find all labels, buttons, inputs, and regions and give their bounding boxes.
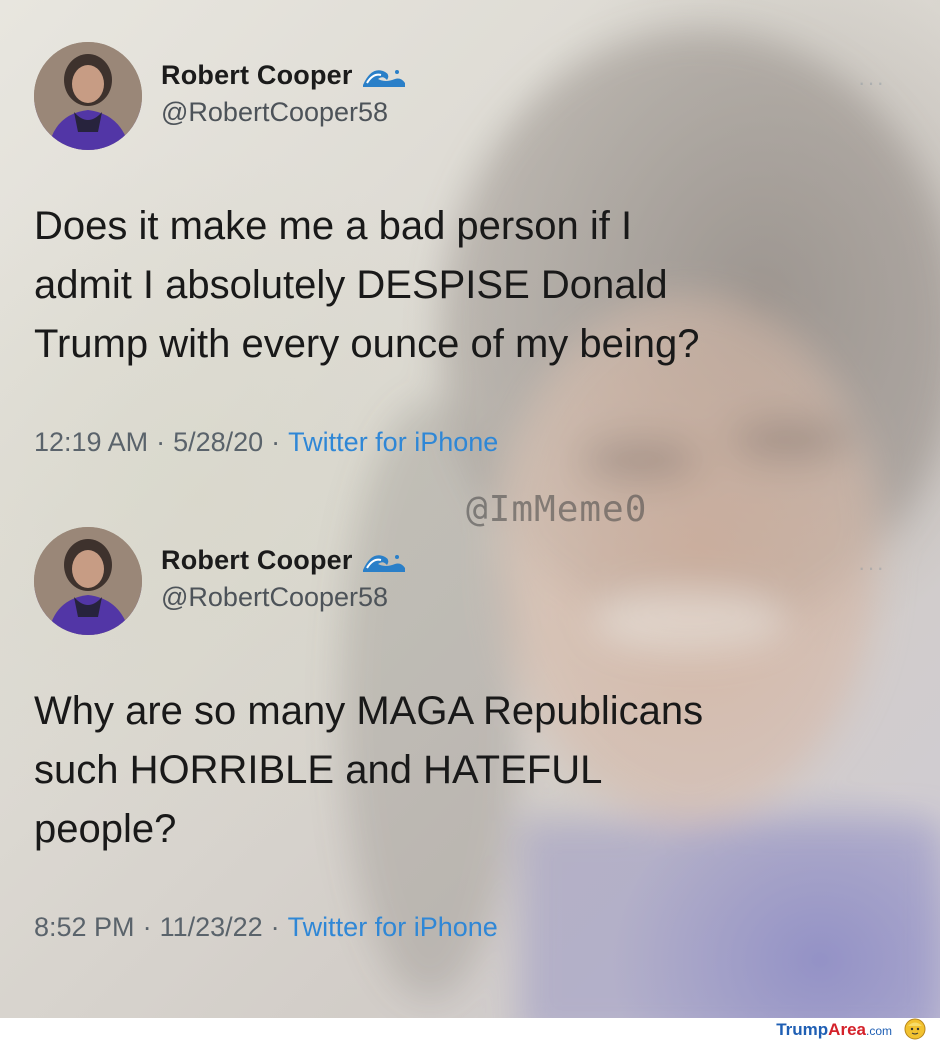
tweet-text: Does it make me a bad person if I admit … bbox=[34, 197, 884, 374]
user-info: Robert Cooper @RobertCooper58 bbox=[161, 545, 407, 613]
display-name[interactable]: Robert Cooper bbox=[161, 60, 353, 91]
avatar[interactable] bbox=[34, 527, 142, 635]
user-handle[interactable]: @RobertCooper58 bbox=[161, 582, 407, 613]
tweet-text-line: admit I absolutely DESPISE Donald bbox=[34, 263, 668, 307]
separator-dot: · bbox=[271, 427, 281, 457]
more-options-icon[interactable]: ··· bbox=[858, 555, 886, 581]
tweet-date[interactable]: 5/28/20 bbox=[173, 427, 263, 457]
wave-emoji-icon bbox=[362, 69, 405, 87]
tweet-time[interactable]: 8:52 PM bbox=[34, 912, 135, 942]
tweet-text-line: people? bbox=[34, 807, 177, 851]
avatar[interactable] bbox=[34, 42, 142, 150]
site-logo[interactable]: TrumpArea.com bbox=[776, 1020, 892, 1040]
tweet-text-line: Why are so many MAGA Republicans bbox=[34, 689, 704, 733]
tweet-time[interactable]: 12:19 AM bbox=[34, 427, 148, 457]
wave-emoji-icon bbox=[362, 554, 405, 572]
tweet-source-link[interactable]: Twitter for iPhone bbox=[288, 427, 498, 457]
trump-face-icon bbox=[904, 1018, 926, 1040]
separator-dot: · bbox=[142, 912, 152, 942]
tweet-date[interactable]: 11/23/22 bbox=[160, 912, 263, 942]
tweet-metadata: 12:19 AM · 5/28/20 · Twitter for iPhone bbox=[34, 427, 498, 458]
tweet-source-link[interactable]: Twitter for iPhone bbox=[288, 912, 498, 942]
watermark: @ImMeme0 bbox=[466, 489, 648, 530]
logo-text-suffix: .com bbox=[865, 1024, 892, 1038]
screenshot-canvas: Robert Cooper @RobertCooper58 ··· Does i… bbox=[0, 0, 940, 1018]
logo-text-trump: Trump bbox=[776, 1020, 829, 1039]
more-options-icon[interactable]: ··· bbox=[858, 70, 886, 96]
user-info: Robert Cooper @RobertCooper58 bbox=[161, 60, 407, 128]
tweet-text: Why are so many MAGA Republicans such HO… bbox=[34, 682, 884, 859]
display-name[interactable]: Robert Cooper bbox=[161, 545, 353, 576]
logo-text-area: Area bbox=[828, 1020, 866, 1039]
footer-bar: TrumpArea.com bbox=[0, 1018, 940, 1042]
tweet-metadata: 8:52 PM · 11/23/22 · Twitter for iPhone bbox=[34, 912, 498, 943]
user-handle[interactable]: @RobertCooper58 bbox=[161, 97, 407, 128]
tweet-text-line: Does it make me a bad person if I bbox=[34, 204, 633, 248]
separator-dot: · bbox=[270, 912, 280, 942]
tweet-text-line: such HORRIBLE and HATEFUL bbox=[34, 748, 603, 792]
tweet-text-line: Trump with every ounce of my being? bbox=[34, 322, 700, 366]
separator-dot: · bbox=[156, 427, 166, 457]
